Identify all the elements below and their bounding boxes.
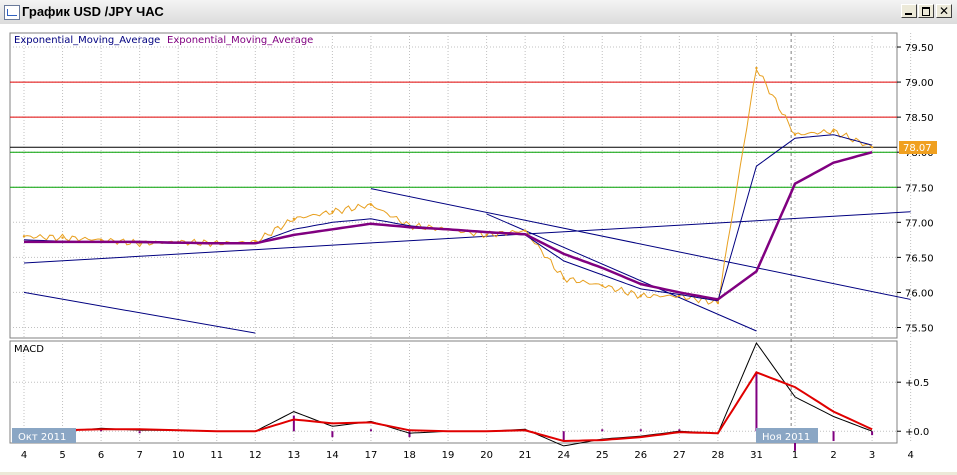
y-tick-label: 77.00 — [905, 218, 934, 229]
x-tick-label: 14 — [326, 450, 339, 461]
chart-area[interactable]: 79.5079.0078.5078.0077.5077.0076.5076.00… — [0, 24, 957, 472]
current-price-label: 78.07 — [903, 143, 932, 154]
x-tick-label: 7 — [136, 450, 142, 461]
x-tick-label: 28 — [712, 450, 725, 461]
price-point — [870, 146, 874, 149]
macd-pane — [9, 340, 898, 444]
x-tick-label: 12 — [249, 450, 262, 461]
price-point — [562, 277, 565, 280]
y-tick-label: 75.50 — [905, 323, 934, 334]
y-tick-label: 79.50 — [905, 43, 934, 54]
macd-title: MACD — [14, 344, 44, 355]
legend-ema-slow: Exponential_Moving_Average — [167, 35, 313, 46]
month-label-oct-text: Окт 2011 — [18, 432, 66, 443]
y-tick-label: 76.50 — [905, 253, 934, 264]
x-tick-label: 20 — [480, 450, 493, 461]
x-tick-label: 21 — [519, 450, 532, 461]
x-tick-label: 27 — [673, 450, 686, 461]
y-tick-label: 79.00 — [905, 78, 934, 89]
price-chart-svg[interactable]: 79.5079.0078.5078.0077.5077.0076.5076.00… — [0, 24, 957, 472]
price-point — [22, 235, 26, 238]
price-point — [601, 284, 604, 287]
price-point — [793, 133, 797, 136]
price-point — [369, 203, 373, 206]
y-tick-label: 77.50 — [905, 183, 934, 194]
price-point — [716, 301, 720, 305]
x-tick-label: 17 — [365, 450, 378, 461]
chart-window-icon — [4, 5, 20, 20]
x-tick-label: 5 — [59, 450, 65, 461]
x-tick-label: 2 — [830, 450, 836, 461]
x-tick-label: 18 — [403, 450, 416, 461]
y-tick-label: 76.00 — [905, 288, 934, 299]
x-tick-label: 4 — [21, 450, 27, 461]
price-point — [755, 66, 758, 70]
close-button[interactable]: ✕ — [936, 4, 952, 18]
price-point — [639, 294, 642, 298]
x-tick-label: 10 — [172, 450, 185, 461]
x-tick-label: 4 — [907, 450, 913, 461]
x-tick-label: 1 — [792, 450, 798, 461]
price-point — [331, 210, 334, 213]
y-axis: 79.5079.0078.5078.0077.5077.0076.5076.00… — [897, 43, 934, 438]
price-point — [292, 217, 296, 221]
price-point — [61, 236, 64, 239]
minimize-button[interactable] — [901, 4, 917, 18]
macd-y-tick-label: +0.5 — [905, 378, 929, 389]
y-tick-label: 78.50 — [905, 113, 934, 124]
window-titlebar[interactable]: График USD /JPY ЧАС ✕ — [0, 0, 957, 25]
window-title: График USD /JPY ЧАС — [22, 4, 164, 19]
x-tick-label: 31 — [750, 450, 763, 461]
price-point — [485, 233, 488, 237]
macd-y-tick-label: +0.0 — [905, 427, 929, 438]
x-axis: 4 5 6 7 10 11 12 13 14 17 18 19 20 21 24 25 26 27 28 31 1 2 3 4 — [21, 450, 914, 461]
x-tick-label: 13 — [287, 450, 300, 461]
x-tick-label: 6 — [98, 450, 104, 461]
price-point — [832, 129, 835, 133]
legend-ema-fast: Exponential_Moving_Average — [14, 35, 160, 46]
x-tick-label: 26 — [634, 450, 647, 461]
x-tick-label: 19 — [442, 450, 455, 461]
maximize-button[interactable] — [918, 4, 934, 18]
x-tick-label: 24 — [557, 450, 570, 461]
price-point — [523, 229, 527, 232]
x-tick-label: 11 — [210, 450, 223, 461]
x-tick-label: 3 — [869, 450, 875, 461]
month-label-nov-text: Ноя 2011 — [762, 432, 810, 443]
x-tick-label: 25 — [596, 450, 609, 461]
